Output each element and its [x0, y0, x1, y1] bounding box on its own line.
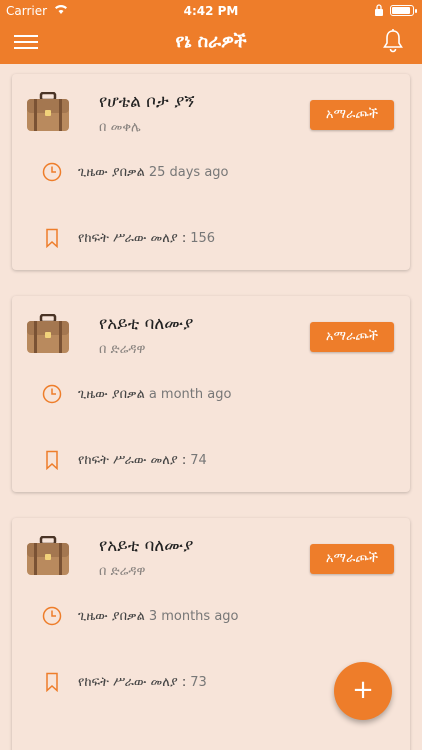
- job-id-value: 74: [190, 452, 207, 468]
- clock-icon: [42, 384, 62, 404]
- expiry-row: ጊዜው ያበቃል 25 days ago: [42, 162, 229, 182]
- briefcase-icon: [26, 313, 70, 354]
- bookmark-icon: [42, 450, 62, 471]
- job-id-row: የከፍት ሥራው መለያ :73: [42, 672, 207, 693]
- job-id-label: የከፍት ሥራው መለያ :: [78, 674, 187, 690]
- job-location: በ ድሬዳዋ: [99, 564, 146, 579]
- expiry-value: a month ago: [148, 386, 232, 402]
- bookmark-icon: [42, 672, 62, 693]
- job-title: የአይቲ ባለሙያ: [99, 536, 194, 556]
- app-header: የኔ ስራዎች: [0, 22, 422, 64]
- job-id-value: 73: [190, 674, 207, 690]
- job-location: በ ድሬዳዋ: [99, 342, 146, 357]
- expiry-value: 25 days ago: [148, 164, 229, 180]
- notifications-bell-icon[interactable]: [382, 28, 404, 54]
- orientation-lock-icon: [375, 4, 383, 16]
- briefcase-icon: [26, 91, 70, 132]
- job-card[interactable]: የሆቴል ቦታ ያኝ በ መቀሌ አማራጮች ጊዜው ያበቃል 25 days ago የ…: [12, 74, 410, 270]
- status-bar: Carrier 4:42 PM: [0, 0, 422, 22]
- job-id-row: የከፍት ሥራው መለያ :156: [42, 228, 216, 249]
- job-title: የአይቲ ባለሙያ: [99, 314, 194, 334]
- job-id-label: የከፍት ሥራው መለያ :: [78, 230, 187, 246]
- job-id-label: የከፍት ሥራው መለያ :: [78, 452, 187, 468]
- briefcase-icon: [26, 535, 70, 576]
- options-button[interactable]: አማራጮች: [310, 322, 394, 352]
- job-id-row: የከፍት ሥራው መለያ :74: [42, 450, 207, 471]
- expiry-label: ጊዜው ያበቃል: [78, 608, 145, 624]
- expiry-row: ጊዜው ያበቃል a month ago: [42, 384, 231, 404]
- clock-icon: [42, 606, 62, 626]
- expiry-row: ጊዜው ያበቃል 3 months ago: [42, 606, 239, 626]
- battery-icon: [390, 5, 417, 16]
- job-id-value: 156: [190, 230, 216, 246]
- options-button[interactable]: አማራጮች: [310, 544, 394, 574]
- job-card[interactable]: የአይቲ ባለሙያ በ ድሬዳዋ አማራጮች ጊዜው ያበቃል a month ago የ…: [12, 296, 410, 492]
- clock-icon: [42, 162, 62, 182]
- job-location: በ መቀሌ: [99, 120, 141, 135]
- options-button[interactable]: አማራጮች: [310, 100, 394, 130]
- add-job-button[interactable]: +: [334, 662, 392, 720]
- bookmark-icon: [42, 228, 62, 249]
- status-time: 4:42 PM: [183, 4, 239, 18]
- expiry-label: ጊዜው ያበቃል: [78, 386, 145, 402]
- expiry-label: ጊዜው ያበቃል: [78, 164, 145, 180]
- job-title: የሆቴል ቦታ ያኝ: [99, 92, 195, 112]
- page-title: የኔ ስራዎች: [175, 31, 247, 52]
- expiry-value: 3 months ago: [148, 608, 239, 624]
